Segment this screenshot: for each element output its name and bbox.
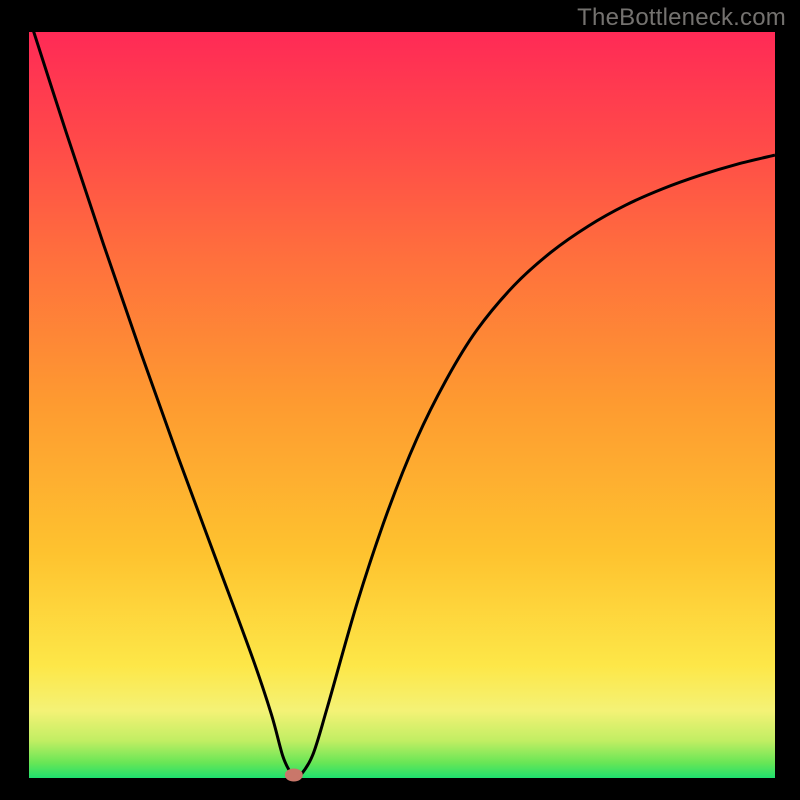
chart-frame: TheBottleneck.com <box>0 0 800 800</box>
plot-background <box>29 32 775 778</box>
bottleneck-plot <box>0 0 800 800</box>
watermark-label: TheBottleneck.com <box>577 4 786 32</box>
minimum-marker <box>285 769 303 782</box>
